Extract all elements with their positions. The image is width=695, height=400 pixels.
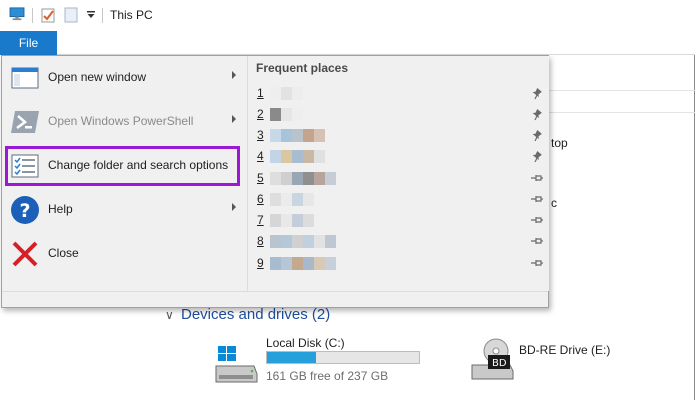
frequent-place-number: 2 (257, 107, 264, 121)
powershell-icon (11, 111, 39, 133)
frequent-place-row[interactable]: 6 (252, 189, 547, 210)
pinned-icon[interactable] (530, 86, 544, 100)
computer-icon[interactable] (8, 7, 26, 21)
file-tab[interactable]: File (0, 31, 57, 55)
drive-usage-bar (266, 351, 420, 364)
redacted-path (270, 214, 314, 227)
frequent-place-row[interactable]: 8 (252, 231, 547, 252)
divider (549, 112, 695, 113)
bd-drive-icon[interactable]: BD (470, 337, 516, 381)
section-title: Devices and drives (2) (181, 306, 331, 323)
frequent-place-number: 8 (257, 234, 264, 248)
menu-item-label: Help (48, 202, 73, 216)
ribbon-tab-row (0, 31, 695, 55)
highlight-box (5, 146, 240, 186)
frequent-place-row[interactable]: 3 (252, 125, 547, 146)
redacted-path (270, 129, 325, 142)
folder-name-fragment: c (551, 196, 557, 210)
close-item[interactable]: Close (2, 232, 247, 276)
separator (32, 8, 33, 23)
frequent-place-row[interactable]: 1 (252, 83, 547, 104)
file-menu-commands: Open new window Open Windows PowerShell (2, 56, 247, 291)
frequent-place-number: 6 (257, 192, 264, 206)
frequent-place-number: 3 (257, 128, 264, 142)
frequent-place-number: 7 (257, 213, 264, 227)
help-item[interactable]: ? Help (2, 188, 247, 232)
pin-icon[interactable] (530, 171, 544, 185)
frequent-place-number: 4 (257, 149, 264, 163)
devices-section-header[interactable]: ∨ Devices and drives (2) (165, 306, 330, 323)
separator (102, 8, 103, 23)
frequent-place-number: 5 (257, 171, 264, 185)
redacted-path (270, 235, 336, 248)
close-icon (12, 241, 38, 267)
menu-item-label: Close (48, 246, 79, 260)
open-powershell-item[interactable]: Open Windows PowerShell (2, 100, 247, 144)
new-folder-icon[interactable] (64, 7, 78, 23)
properties-icon[interactable] (40, 7, 56, 23)
new-window-icon (11, 67, 39, 89)
chevron-down-icon[interactable]: ∨ (165, 308, 177, 322)
explorer-window: This PC File top c ∨ Devices and drives (… (0, 0, 695, 400)
frequent-place-row[interactable]: 5 (252, 168, 547, 189)
redacted-path (270, 172, 336, 185)
divider (549, 90, 695, 91)
frequent-place-number: 9 (257, 256, 264, 270)
chevron-right-icon (232, 71, 236, 79)
frequent-place-row[interactable]: 4 (252, 146, 547, 167)
pinned-icon[interactable] (530, 128, 544, 142)
pinned-icon[interactable] (530, 107, 544, 121)
pinned-icon[interactable] (530, 149, 544, 163)
frequent-place-row[interactable]: 9 (252, 253, 547, 274)
drive-name[interactable]: Local Disk (C:) (266, 336, 345, 350)
redacted-path (270, 150, 325, 163)
chevron-right-icon (232, 115, 236, 123)
menu-item-label: Open Windows PowerShell (48, 114, 194, 128)
folder-name-fragment: top (551, 136, 568, 150)
windows-drive-icon[interactable] (214, 346, 258, 384)
drive-usage-fill (267, 352, 316, 363)
frequent-place-number: 1 (257, 86, 264, 100)
svg-text:BD: BD (492, 358, 507, 369)
redacted-path (270, 87, 303, 100)
redacted-path (270, 193, 314, 206)
pin-icon[interactable] (530, 213, 544, 227)
menu-item-label: Open new window (48, 70, 147, 84)
pin-icon[interactable] (530, 256, 544, 270)
frequent-places-heading: Frequent places (256, 61, 349, 75)
svg-text:?: ? (20, 200, 31, 222)
file-menu: Open new window Open Windows PowerShell (1, 55, 549, 308)
redacted-path (270, 257, 336, 270)
frequent-place-row[interactable]: 7 (252, 210, 547, 231)
pin-icon[interactable] (530, 234, 544, 248)
redacted-path (270, 108, 303, 121)
chevron-down-icon[interactable] (86, 10, 96, 20)
help-icon: ? (11, 196, 39, 224)
title-bar: This PC (0, 0, 695, 31)
open-new-window-item[interactable]: Open new window (2, 56, 247, 100)
drive-free-space: 161 GB free of 237 GB (266, 369, 389, 383)
window-title: This PC (110, 8, 153, 22)
frequent-place-row[interactable]: 2 (252, 104, 547, 125)
chevron-right-icon (232, 203, 236, 211)
pin-icon[interactable] (530, 192, 544, 206)
drive-name[interactable]: BD-RE Drive (E:) (519, 343, 610, 357)
file-menu-footer (2, 291, 548, 307)
